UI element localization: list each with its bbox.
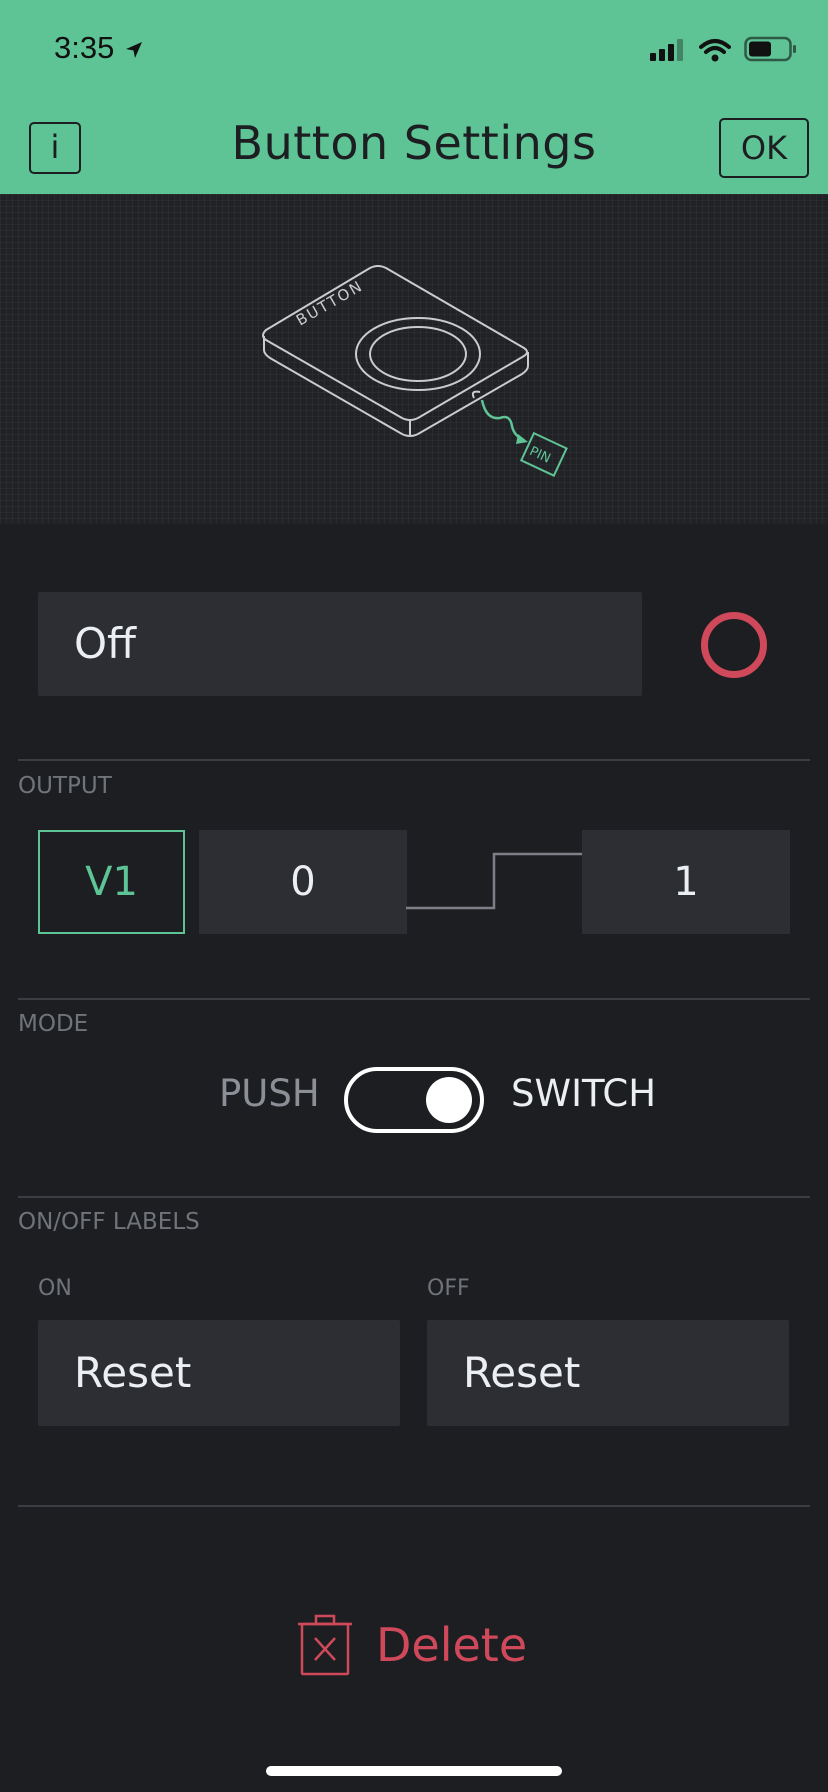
- illustration-pin-label: PIN: [527, 444, 553, 467]
- output-section-title: OUTPUT: [18, 773, 112, 799]
- status-icons: [649, 36, 798, 66]
- mode-section-title: MODE: [18, 1011, 89, 1037]
- mode-push-label[interactable]: PUSH: [219, 1072, 320, 1115]
- ok-button[interactable]: OK: [719, 118, 809, 178]
- divider: [18, 1196, 810, 1198]
- on-label-caption: ON: [38, 1276, 72, 1301]
- location-arrow-icon: [125, 41, 142, 58]
- divider: [18, 759, 810, 761]
- mode-switch-label[interactable]: SWITCH: [511, 1072, 656, 1115]
- pin-selector-button[interactable]: V1: [38, 830, 185, 934]
- labels-section-title: ON/OFF LABELS: [18, 1209, 200, 1235]
- home-indicator[interactable]: [266, 1766, 562, 1776]
- color-picker-button[interactable]: [701, 612, 767, 678]
- illustration-button-label: BUTTON: [293, 277, 366, 330]
- divider: [18, 998, 810, 1000]
- button-label-input[interactable]: Off: [38, 592, 642, 696]
- off-label-caption: OFF: [427, 1276, 470, 1301]
- mode-toggle[interactable]: [344, 1067, 484, 1133]
- button-widget-illustration: BUTTON PIN: [262, 265, 568, 477]
- off-label-input[interactable]: Reset: [427, 1320, 789, 1426]
- widget-illustration: BUTTON PIN: [0, 194, 828, 524]
- battery-icon: [744, 36, 796, 62]
- divider: [18, 1505, 810, 1507]
- status-time-text: 3:35: [54, 30, 115, 65]
- delete-button[interactable]: Delete: [298, 1614, 527, 1676]
- trash-icon: [298, 1614, 352, 1676]
- output-waveform-icon: [406, 852, 582, 910]
- status-time: 3:35: [54, 30, 145, 66]
- header: 3:35 i Button Settings OK: [0, 0, 828, 194]
- page-title: Button Settings: [231, 116, 597, 170]
- toggle-knob: [426, 1077, 472, 1123]
- low-value-input[interactable]: 0: [199, 830, 407, 934]
- app-screen: 3:35 i Button Settings OK BUTTON PIN Off…: [0, 0, 828, 1792]
- signal-icon: [649, 39, 683, 61]
- high-value-input[interactable]: 1: [582, 830, 790, 934]
- on-label-input[interactable]: Reset: [38, 1320, 400, 1426]
- wifi-icon: [698, 39, 731, 62]
- delete-label: Delete: [376, 1618, 528, 1672]
